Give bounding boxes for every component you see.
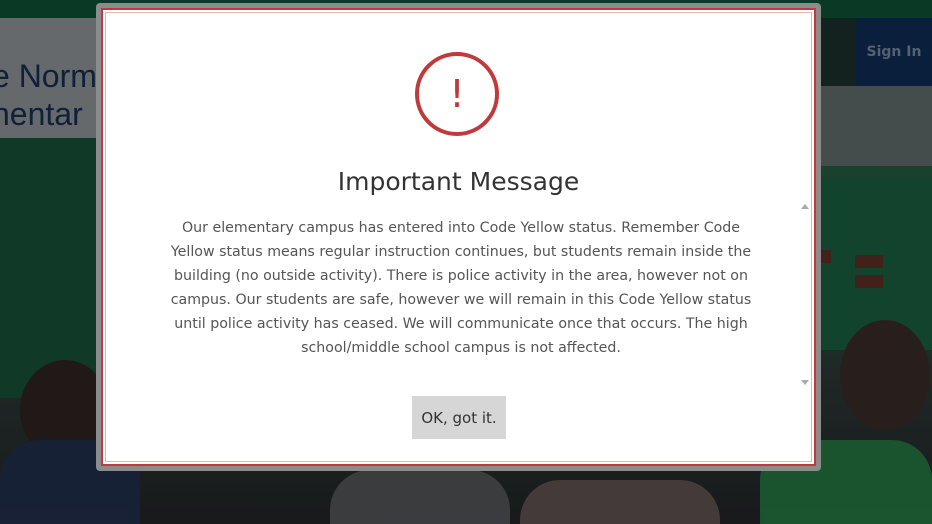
modal-message: Our elementary campus has entered into C… (170, 220, 752, 356)
exclamation-circle-icon: ! (415, 52, 499, 136)
modal-title: Important Message (337, 167, 580, 196)
scroll-up-arrow-icon[interactable] (801, 204, 809, 209)
scroll-down-arrow-icon[interactable] (801, 380, 809, 385)
modal-scrollbar[interactable] (797, 198, 812, 394)
ok-got-it-button[interactable]: OK, got it. (412, 396, 506, 439)
alert-modal: ! Important Message Our elementary campu… (101, 8, 816, 466)
